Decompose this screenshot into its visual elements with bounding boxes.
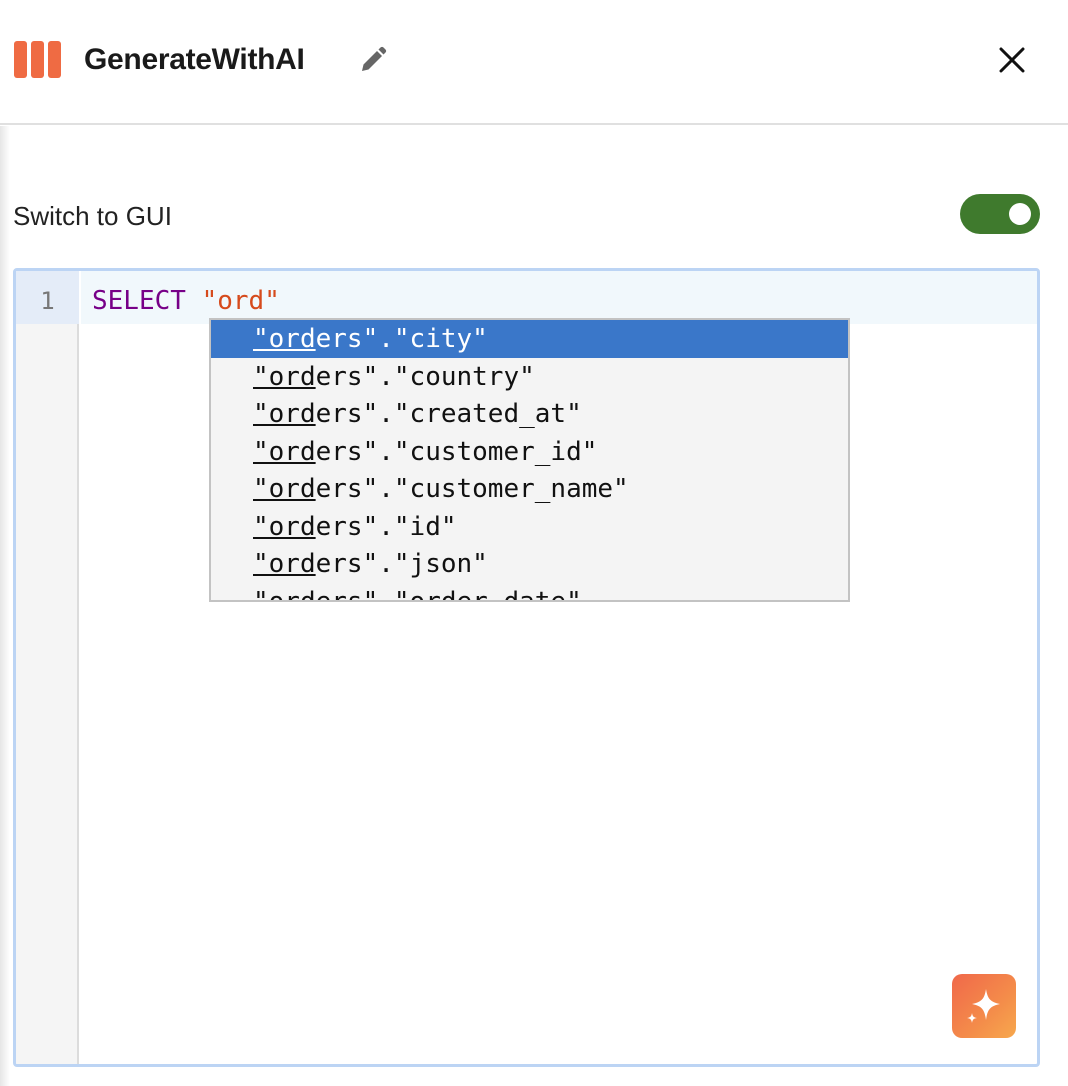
autocomplete-dropdown[interactable]: "orders"."city" "orders"."country" "orde…	[209, 318, 850, 602]
autocomplete-item[interactable]: "orders"."created_at"	[211, 395, 848, 433]
autocomplete-item[interactable]: "orders"."customer_name"	[211, 470, 848, 508]
switch-to-gui-toggle[interactable]	[960, 194, 1040, 234]
toggle-knob	[1009, 203, 1031, 225]
sparkle-icon	[967, 989, 1000, 1023]
close-icon[interactable]	[994, 42, 1030, 78]
autocomplete-item[interactable]: "orders"."city"	[211, 320, 848, 358]
autocomplete-item[interactable]: "orders"."order_date"	[211, 583, 848, 601]
panel-header: GenerateWithAI	[0, 0, 1068, 124]
line-number: 1	[16, 271, 79, 324]
panel-title: GenerateWithAI	[84, 43, 305, 76]
bars-logo-icon	[14, 41, 62, 78]
ai-generate-button[interactable]	[952, 974, 1016, 1038]
autocomplete-item[interactable]: "orders"."country"	[211, 358, 848, 396]
sql-string: "ord"	[201, 286, 280, 316]
header-divider	[0, 123, 1068, 125]
switch-to-gui-label: Switch to GUI	[13, 201, 172, 231]
sql-keyword: SELECT	[92, 286, 186, 316]
code-line[interactable]: SELECT "ord"	[92, 282, 280, 320]
pencil-icon[interactable]	[357, 44, 389, 76]
autocomplete-item[interactable]: "orders"."json"	[211, 545, 848, 583]
line-gutter	[16, 271, 79, 1064]
autocomplete-item[interactable]: "orders"."customer_id"	[211, 433, 848, 471]
panel-edge-shadow	[0, 126, 10, 1086]
autocomplete-item[interactable]: "orders"."id"	[211, 508, 848, 546]
